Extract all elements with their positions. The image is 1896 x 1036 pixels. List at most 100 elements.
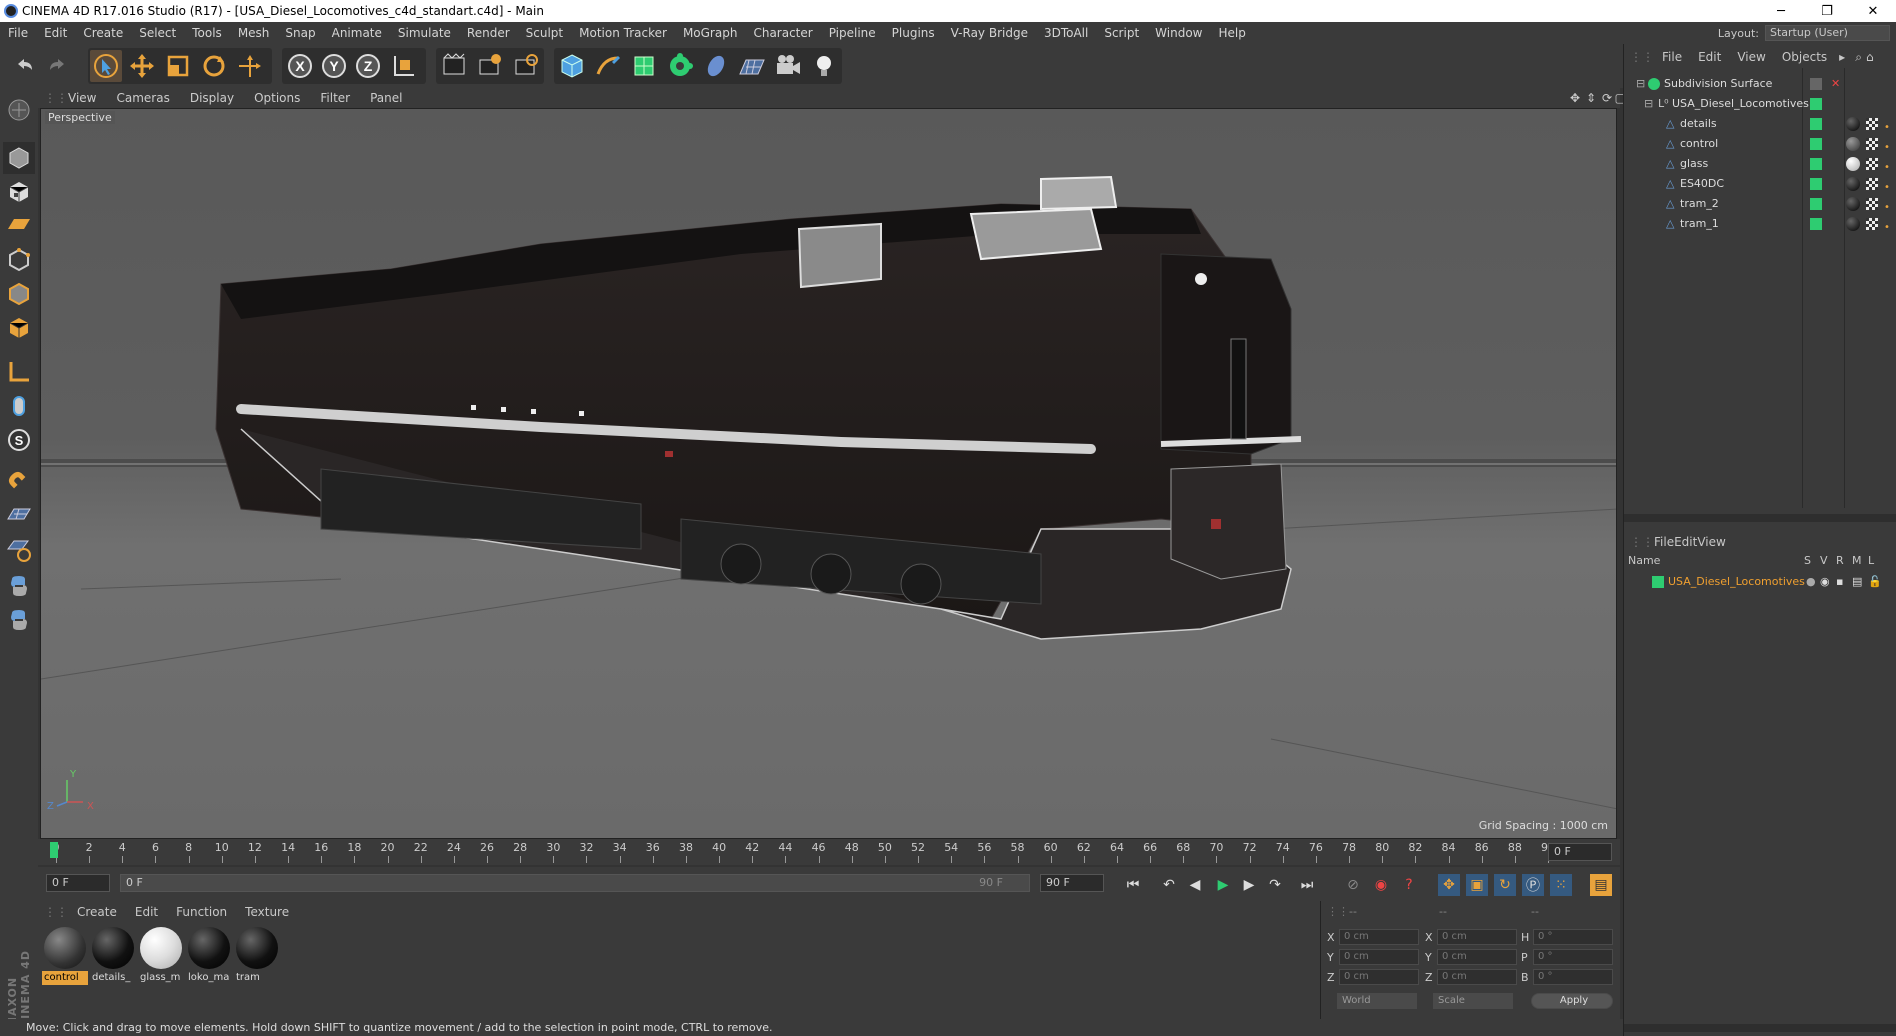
material-tag-icon[interactable]: [1846, 177, 1860, 191]
x-axis-lock-icon[interactable]: X: [284, 50, 316, 82]
points-mode-icon[interactable]: [3, 244, 35, 276]
object-home-icon[interactable]: ⌂: [1866, 50, 1874, 64]
material-swatch[interactable]: details_: [90, 925, 136, 985]
snapping-icon[interactable]: S: [3, 424, 35, 456]
viewport-zoom-icon[interactable]: ⇕: [1586, 91, 1596, 105]
go-to-end-icon[interactable]: ⏭: [1296, 874, 1318, 896]
menu-plugins[interactable]: Plugins: [884, 26, 943, 40]
minimize-button[interactable]: ─: [1758, 0, 1804, 22]
coord-rot-p-field[interactable]: 0 °: [1533, 949, 1613, 965]
menu-file[interactable]: File: [0, 26, 36, 40]
coord-size-y-field[interactable]: 0 cm: [1437, 949, 1517, 965]
z-axis-lock-icon[interactable]: Z: [352, 50, 384, 82]
make-editable-icon[interactable]: [3, 94, 35, 126]
menu-character[interactable]: Character: [745, 26, 820, 40]
material-swatch[interactable]: tram: [234, 925, 280, 985]
viewport-menu-view[interactable]: View: [58, 91, 106, 105]
coord-rot-b-field[interactable]: 0 °: [1533, 969, 1613, 985]
coord-size-x-field[interactable]: 0 cm: [1437, 929, 1517, 945]
texture-tag-icon[interactable]: [1866, 158, 1878, 170]
menu-3dtoall[interactable]: 3DToAll: [1036, 26, 1096, 40]
python-script-2-icon[interactable]: [3, 604, 35, 636]
coord-scale-dropdown[interactable]: Scale: [1433, 993, 1513, 1009]
material-menu-create[interactable]: Create: [68, 905, 126, 919]
camera-object-icon[interactable]: [772, 50, 804, 82]
material-tag-icon[interactable]: [1846, 137, 1860, 151]
record-keys-icon[interactable]: ⊘: [1342, 874, 1364, 896]
tree-expand-icon[interactable]: ⊟: [1636, 74, 1645, 94]
coord-pos-y-field[interactable]: 0 cm: [1339, 949, 1419, 965]
texture-tag-icon[interactable]: [1866, 178, 1878, 190]
layer-menu-view[interactable]: View: [1697, 535, 1725, 549]
render-picture-viewer-icon[interactable]: [474, 50, 506, 82]
material-swatch[interactable]: glass_m: [138, 925, 184, 985]
texture-tag-icon[interactable]: [1866, 198, 1878, 210]
redo-icon[interactable]: [42, 50, 74, 82]
cube-object-icon[interactable]: [556, 50, 588, 82]
close-button[interactable]: ✕: [1850, 0, 1896, 22]
coord-pos-z-field[interactable]: 0 cm: [1339, 969, 1419, 985]
object-row[interactable]: △ tram_2 •: [1624, 194, 1896, 214]
object-row[interactable]: △ control •: [1624, 134, 1896, 154]
restore-button[interactable]: ❐: [1804, 0, 1850, 22]
object-menu-objects[interactable]: Objects: [1774, 50, 1835, 64]
menu-window[interactable]: Window: [1147, 26, 1210, 40]
menu-vray-bridge[interactable]: V-Ray Bridge: [943, 26, 1036, 40]
keyframe-selection-icon[interactable]: ?: [1398, 874, 1420, 896]
render-view-icon[interactable]: [438, 50, 470, 82]
layer-menu-edit[interactable]: Edit: [1674, 535, 1697, 549]
end-frame-field[interactable]: 90 F: [1040, 874, 1104, 892]
layer-col-manager[interactable]: M: [1852, 554, 1862, 567]
texture-tag-icon[interactable]: [1866, 138, 1878, 150]
menu-animate[interactable]: Animate: [324, 26, 390, 40]
object-search-icon[interactable]: ⌕: [1855, 50, 1862, 65]
layer-col-render[interactable]: R: [1836, 554, 1844, 567]
object-menu-file[interactable]: File: [1654, 50, 1690, 64]
tree-expand-icon[interactable]: ⊟: [1644, 94, 1653, 114]
polygons-mode-icon[interactable]: [3, 312, 35, 344]
object-row[interactable]: ⊟ Subdivision Surface ✕: [1624, 74, 1896, 94]
rotate-icon[interactable]: [198, 50, 230, 82]
subdivision-surface-icon[interactable]: [628, 50, 660, 82]
object-row[interactable]: △ details •: [1624, 114, 1896, 134]
magnet-icon[interactable]: [3, 466, 35, 498]
menu-help[interactable]: Help: [1210, 26, 1253, 40]
menu-pipeline[interactable]: Pipeline: [821, 26, 884, 40]
layer-col-view[interactable]: V: [1820, 554, 1828, 567]
cloner-icon[interactable]: [664, 50, 696, 82]
material-tag-icon[interactable]: [1846, 217, 1860, 231]
menu-simulate[interactable]: Simulate: [390, 26, 459, 40]
layer-render-icon[interactable]: ▪: [1836, 572, 1843, 592]
menu-script[interactable]: Script: [1096, 26, 1147, 40]
key-parameter-icon[interactable]: Ⓟ: [1522, 874, 1544, 896]
viewport-move-icon[interactable]: ✥: [1570, 91, 1580, 105]
material-swatch[interactable]: loko_ma: [186, 925, 232, 985]
layer-solo-icon[interactable]: ●: [1806, 572, 1816, 592]
next-frame-icon[interactable]: ▶: [1238, 874, 1260, 896]
object-manager-scrollbar[interactable]: [1624, 514, 1896, 522]
layer-visible-icon[interactable]: ◉: [1820, 572, 1830, 592]
coordinate-system-icon[interactable]: [388, 50, 420, 82]
python-script-icon[interactable]: [3, 570, 35, 602]
menu-mesh[interactable]: Mesh: [230, 26, 278, 40]
material-menu-edit[interactable]: Edit: [126, 905, 167, 919]
light-object-icon[interactable]: [808, 50, 840, 82]
scale-icon[interactable]: [162, 50, 194, 82]
key-rotation-icon[interactable]: ↻: [1494, 874, 1516, 896]
menu-edit[interactable]: Edit: [36, 26, 75, 40]
disabled-icon[interactable]: ✕: [1831, 74, 1840, 94]
floor-object-icon[interactable]: [736, 50, 768, 82]
live-selection-icon[interactable]: [90, 50, 122, 82]
coord-size-z-field[interactable]: 0 cm: [1437, 969, 1517, 985]
menu-sculpt[interactable]: Sculpt: [518, 26, 571, 40]
quantize-icon[interactable]: [3, 534, 35, 566]
edges-mode-icon[interactable]: [3, 278, 35, 310]
layer-col-solo[interactable]: S: [1804, 554, 1811, 567]
timeline-playhead[interactable]: [50, 842, 58, 858]
menu-motion-tracker[interactable]: Motion Tracker: [571, 26, 675, 40]
material-tag-icon[interactable]: [1846, 197, 1860, 211]
undo-icon[interactable]: [8, 50, 40, 82]
frame-range-slider[interactable]: 0 F 90 F: [120, 874, 1030, 892]
material-tag-icon[interactable]: [1846, 157, 1860, 171]
axis-mode-icon[interactable]: [3, 356, 35, 388]
